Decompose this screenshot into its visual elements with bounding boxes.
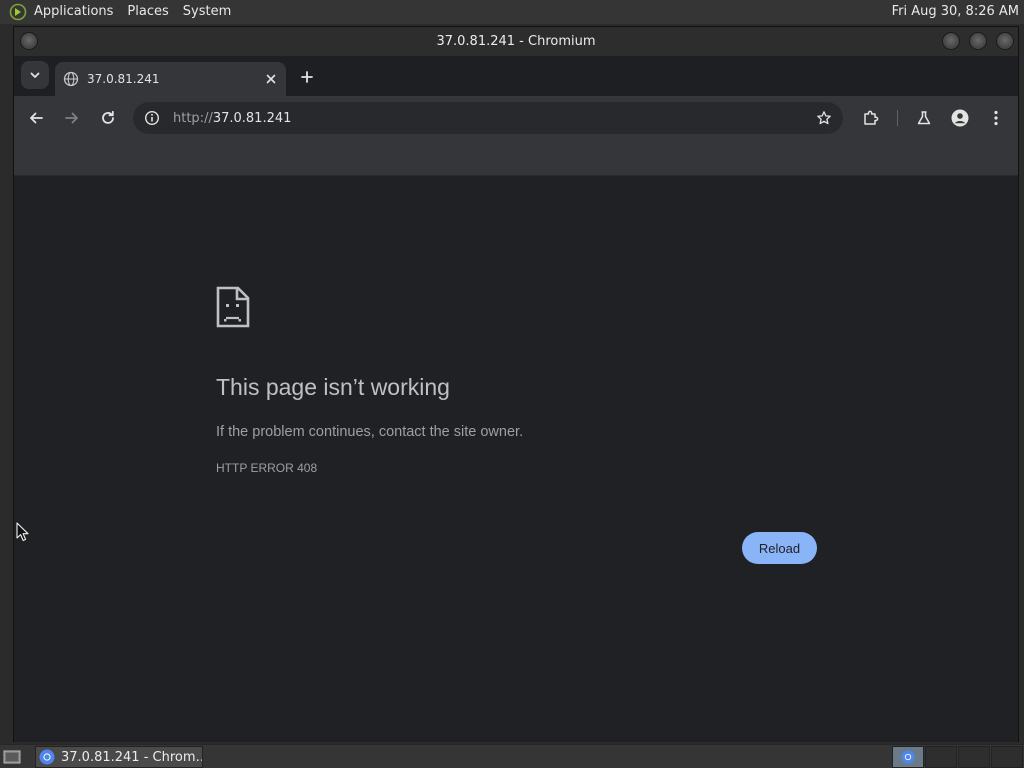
plus-icon: [301, 71, 313, 83]
workspace-1[interactable]: [892, 746, 924, 768]
flask-icon: [917, 111, 931, 125]
toolbar-divider: [897, 110, 898, 126]
top-panel: Applications Places System Fri Aug 30, 8…: [0, 0, 1024, 24]
tab-active[interactable]: 37.0.81.241: [55, 62, 286, 96]
chromium-icon: [901, 750, 915, 764]
labs-button[interactable]: [910, 104, 938, 132]
browser-toolbar: http://37.0.81.241: [14, 96, 1018, 140]
close-window-button[interactable]: [996, 32, 1014, 50]
applications-menu[interactable]: Applications: [34, 0, 113, 24]
error-code: HTTP ERROR 408: [216, 461, 318, 475]
forward-button[interactable]: [58, 104, 86, 132]
tab-search-button[interactable]: [21, 61, 49, 89]
window-titlebar[interactable]: 37.0.81.241 - Chromium: [14, 27, 1018, 56]
taskbar-item-label: 37.0.81.241 - Chrom…: [61, 749, 203, 765]
system-menu[interactable]: System: [183, 0, 231, 24]
tab-close-icon[interactable]: [262, 70, 280, 88]
globe-icon: [63, 71, 79, 87]
sad-page-icon: [216, 286, 250, 328]
url-host: 37.0.81.241: [212, 110, 292, 126]
distro-logo-icon[interactable]: [8, 2, 28, 22]
reload-button[interactable]: Reload: [742, 532, 817, 564]
chromium-icon: [39, 748, 55, 766]
tab-strip: 37.0.81.241: [14, 56, 1018, 96]
kebab-menu-icon: [994, 110, 998, 126]
workspace-2[interactable]: [925, 746, 957, 768]
error-heading: This page isn’t working: [216, 374, 450, 400]
back-button[interactable]: [22, 104, 50, 132]
bookmark-star-icon[interactable]: [813, 107, 835, 129]
maximize-button[interactable]: [969, 32, 987, 50]
arrow-left-icon: [30, 112, 43, 124]
extensions-button[interactable]: [857, 104, 885, 132]
workspace-3[interactable]: [958, 746, 990, 768]
page-content: This page isn’t working If the problem c…: [14, 176, 1018, 742]
tab-title: 37.0.81.241: [87, 72, 160, 86]
profile-button[interactable]: [946, 104, 974, 132]
workspace-4[interactable]: [991, 746, 1023, 768]
window-title: 37.0.81.241 - Chromium: [436, 34, 596, 49]
taskbar-chromium-window[interactable]: 37.0.81.241 - Chrom…: [35, 746, 203, 768]
avatar-icon: [951, 109, 969, 127]
bookmarks-bar: [14, 140, 1018, 176]
window-menu-button[interactable]: [20, 32, 38, 50]
new-tab-button[interactable]: [295, 65, 319, 89]
url-text[interactable]: http://37.0.81.241: [173, 111, 813, 126]
refresh-icon: [102, 110, 114, 124]
chevron-down-icon: [30, 72, 40, 78]
show-desktop-icon[interactable]: [2, 748, 22, 766]
reload-toolbar-button[interactable]: [94, 104, 122, 132]
error-description: If the problem continues, contact the si…: [216, 424, 524, 440]
minimize-button[interactable]: [942, 32, 960, 50]
menu-button[interactable]: [982, 104, 1010, 132]
address-bar[interactable]: http://37.0.81.241: [133, 102, 843, 134]
chromium-window: 37.0.81.241 - Chromium 37.0.81.241 http:…: [13, 26, 1019, 742]
clock[interactable]: Fri Aug 30, 8:26 AM: [892, 0, 1019, 24]
places-menu[interactable]: Places: [127, 0, 168, 24]
site-info-icon[interactable]: [141, 107, 163, 129]
arrow-right-icon: [65, 112, 78, 124]
url-scheme: http://: [173, 110, 213, 126]
puzzle-icon: [864, 110, 879, 125]
bottom-panel: 37.0.81.241 - Chrom…: [0, 744, 1024, 768]
mouse-cursor-icon: [16, 522, 29, 542]
